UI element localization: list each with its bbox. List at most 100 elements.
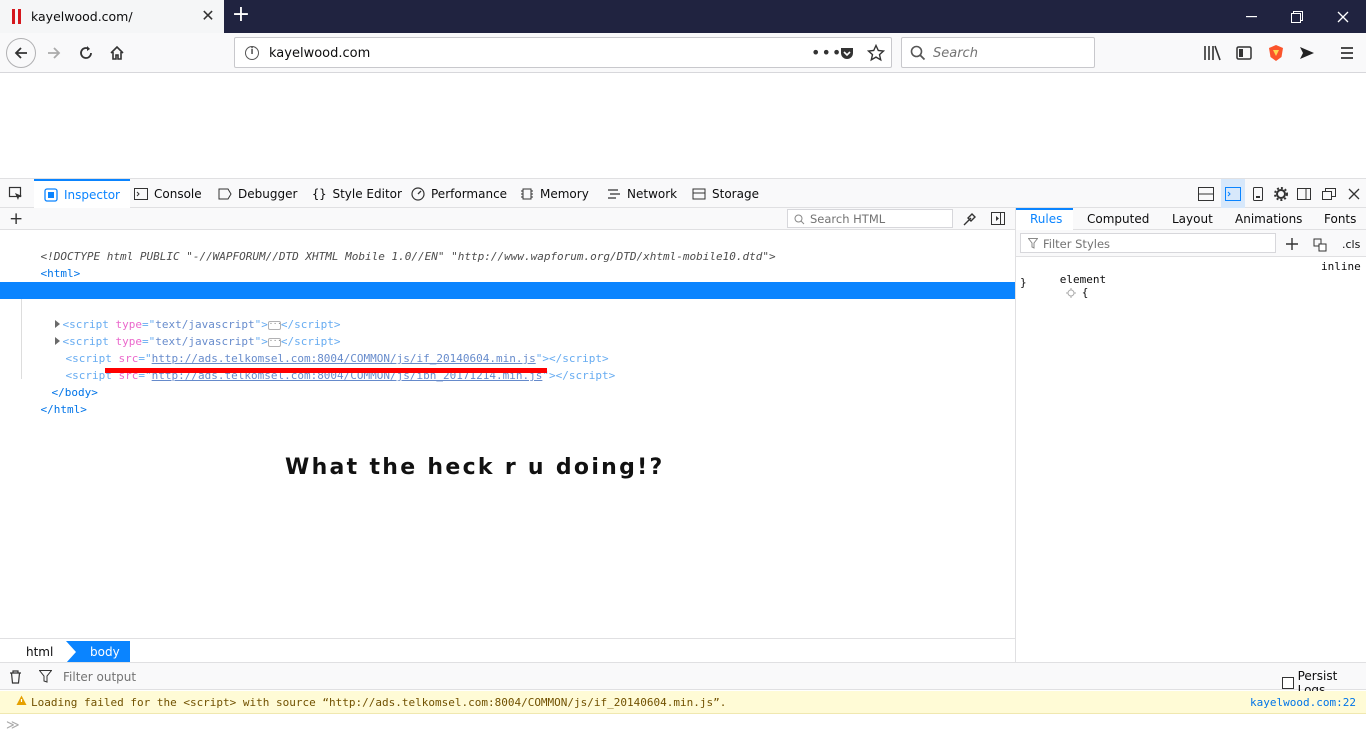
tab-inspector-label: Inspector: [64, 187, 120, 202]
search-icon: [794, 214, 805, 225]
toggle-split-console-button[interactable]: [1221, 179, 1245, 208]
tab-network[interactable]: Network: [607, 179, 677, 208]
tab-style-editor[interactable]: {} Style Editor: [312, 179, 402, 208]
browser-tab[interactable]: kayelwood.com/ ✕: [0, 0, 224, 33]
dock-options-button[interactable]: [1194, 179, 1218, 208]
menu-icon[interactable]: [1339, 45, 1355, 61]
tab-storage[interactable]: Storage: [692, 179, 759, 208]
tab-storage-label: Storage: [712, 186, 759, 201]
forward-arrow-icon: [48, 47, 61, 59]
tab-debugger[interactable]: Debugger: [218, 179, 297, 208]
element-picker-button[interactable]: [4, 179, 28, 208]
sidebar-icon[interactable]: [1236, 45, 1252, 61]
markup-toolbar: + Search HTML: [0, 208, 1015, 230]
new-tab-button[interactable]: +: [229, 4, 253, 28]
tab-rules[interactable]: Rules: [1016, 208, 1073, 230]
bookmark-star-icon[interactable]: [867, 44, 885, 62]
home-button[interactable]: [102, 38, 132, 68]
tab-computed[interactable]: Computed: [1087, 208, 1149, 230]
settings-button[interactable]: [1269, 179, 1293, 208]
script-node-1[interactable]: <script type="text/javascript">···</scri…: [0, 299, 1015, 331]
filter-styles-input[interactable]: Filter Styles: [1020, 233, 1276, 253]
search-html-input[interactable]: Search HTML: [787, 209, 953, 228]
breadcrumb-html[interactable]: html: [14, 641, 65, 663]
script-node-3[interactable]: <script src="http://ads.telkomsel.com:80…: [0, 333, 1015, 365]
network-icon: [607, 188, 621, 200]
devtools-toolbar: Inspector Console Debugger {} Style Edit…: [0, 178, 1366, 208]
pick-element-icon: [8, 186, 22, 200]
breadcrumb-body[interactable]: body: [66, 641, 130, 663]
add-rule-icon[interactable]: [1285, 237, 1299, 251]
responsive-design-icon: [1253, 186, 1263, 201]
close-devtools-button[interactable]: [1342, 179, 1366, 208]
doctype-node[interactable]: <!DOCTYPE html PUBLIC "-//WAPFORUM//DTD …: [0, 231, 1015, 263]
back-button[interactable]: [6, 38, 36, 68]
close-tab-icon[interactable]: ✕: [198, 6, 218, 26]
send-icon[interactable]: [1299, 45, 1315, 61]
checkbox-box[interactable]: [1282, 677, 1294, 689]
rules-sidebar: Rules Computed Layout Animations Fonts F…: [1015, 208, 1366, 662]
rule-selector: element: [1059, 273, 1107, 286]
eyedropper-icon[interactable]: [962, 212, 977, 227]
body-node[interactable]: <body>: [0, 282, 1015, 314]
memory-icon: [520, 187, 534, 201]
inspector-icon: [44, 187, 58, 202]
rule-source: inline: [1321, 260, 1361, 273]
back-arrow-icon: [14, 47, 27, 59]
tab-layout[interactable]: Layout: [1172, 208, 1213, 230]
add-node-button[interactable]: +: [9, 209, 23, 229]
performance-icon: [411, 186, 425, 201]
reload-button[interactable]: [71, 38, 101, 68]
script-node-2[interactable]: <script type="text/javascript">···</scri…: [0, 316, 1015, 348]
toggle-sidebar-icon[interactable]: [991, 212, 1006, 226]
tab-performance-label: Performance: [431, 186, 508, 201]
url-bar[interactable]: i kayelwood.com •••: [234, 37, 892, 68]
page-actions-icon[interactable]: •••: [811, 43, 842, 62]
trash-icon[interactable]: [9, 670, 22, 684]
restore-button[interactable]: [1274, 0, 1320, 33]
console-input-prompt-icon[interactable]: ≫: [6, 718, 20, 733]
storage-icon: [692, 188, 706, 200]
forward-button[interactable]: [39, 38, 69, 68]
tab-performance[interactable]: Performance: [411, 179, 507, 208]
filter-styles-placeholder: Filter Styles: [1043, 237, 1111, 251]
breadcrumb: html body: [0, 638, 1015, 663]
search-icon: [910, 45, 926, 61]
style-editor-icon: {}: [312, 186, 327, 201]
sidebar-tabs: Rules Computed Layout Animations Fonts: [1016, 208, 1366, 230]
filter-styles-row: Filter Styles .cls: [1016, 230, 1366, 257]
tab-fonts[interactable]: Fonts: [1324, 208, 1356, 230]
tab-console[interactable]: Console: [134, 179, 202, 208]
tab-title: kayelwood.com/: [31, 9, 133, 24]
close-window-button[interactable]: [1320, 0, 1366, 33]
search-bar[interactable]: Search: [901, 37, 1095, 68]
html-node[interactable]: <html> ev: [0, 248, 1015, 296]
pocket-icon[interactable]: [839, 45, 855, 61]
console-toolbar: Filter output Persist Logs: [0, 662, 1366, 697]
url-text[interactable]: kayelwood.com: [269, 46, 370, 61]
filter-output-input[interactable]: Filter output: [63, 670, 136, 684]
tab-inspector[interactable]: Inspector: [34, 179, 130, 208]
overlay-message: What the heck r u doing!?: [285, 455, 665, 480]
tab-console-label: Console: [154, 186, 202, 201]
warning-source-link[interactable]: kayelwood.com:22: [1250, 696, 1356, 709]
library-icon[interactable]: [1203, 45, 1221, 61]
element-rule: element {: [1020, 260, 1106, 312]
toggle-pseudo-class-icon[interactable]: [1313, 236, 1329, 252]
minimize-button[interactable]: [1228, 0, 1274, 33]
tab-memory[interactable]: Memory: [520, 179, 589, 208]
script-node-4[interactable]: <script src="http://ads.telkomsel.com:80…: [0, 350, 1015, 382]
html-close-node[interactable]: </html>: [0, 384, 1015, 416]
responsive-design-button[interactable]: [1246, 179, 1270, 208]
dock-layout-icon: [1198, 186, 1214, 201]
tab-animations[interactable]: Animations: [1235, 208, 1302, 230]
head-node[interactable]: <head>···</head>: [0, 265, 1015, 297]
separate-window-button[interactable]: [1317, 179, 1341, 208]
console-warning-message: Loading failed for the <script> with sou…: [0, 691, 1366, 714]
cls-button[interactable]: .cls: [1342, 238, 1360, 251]
warning-text: Loading failed for the <script> with sou…: [31, 696, 727, 709]
node-highlighter-icon[interactable]: [1065, 288, 1076, 298]
dock-side-button[interactable]: [1292, 179, 1316, 208]
brave-shield-icon[interactable]: [1268, 44, 1284, 62]
info-icon[interactable]: i: [245, 46, 259, 60]
